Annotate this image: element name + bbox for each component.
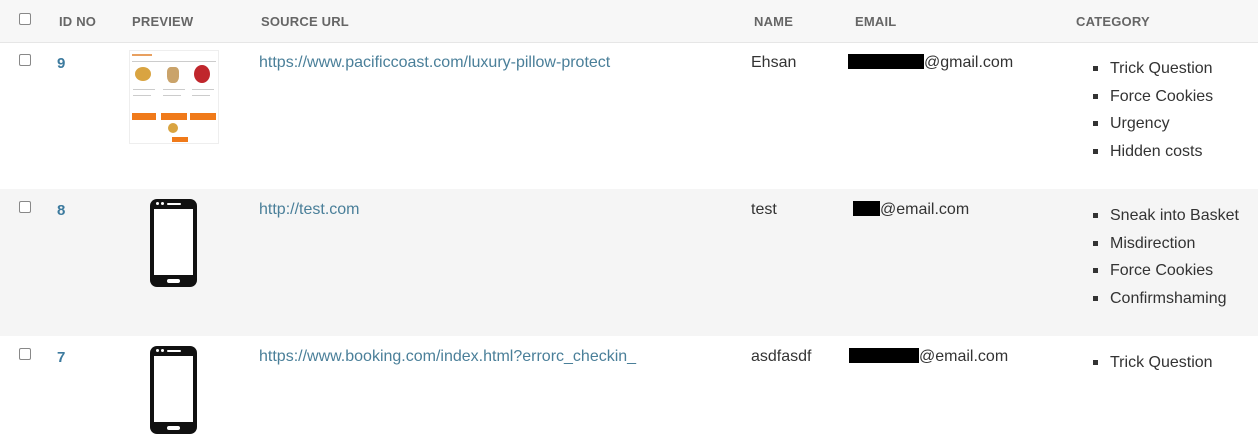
category-label: Force Cookies — [1110, 262, 1214, 279]
table-row[interactable]: 9 https://www.pacificcoast.com/luxury-pi… — [0, 42, 1258, 189]
select-all-checkbox[interactable] — [19, 13, 31, 25]
list-item: Confirmshaming — [1091, 285, 1239, 313]
preview-thumbnail[interactable] — [129, 50, 219, 144]
name-cell: asdfasdf — [751, 348, 812, 365]
list-item: Force Cookies — [1091, 83, 1213, 111]
table-header: ID NO PREVIEW SOURCE URL NAME EMAIL CATE… — [0, 0, 1258, 43]
row-id-link[interactable]: 8 — [57, 202, 65, 219]
email-domain: @email.com — [919, 348, 1009, 365]
name-cell: test — [751, 201, 777, 218]
source-url-link[interactable]: https://www.booking.com/index.html?error… — [259, 348, 636, 366]
header-category[interactable]: CATEGORY — [1076, 14, 1150, 29]
list-item: Sneak into Basket — [1091, 202, 1239, 230]
email-domain: @gmail.com — [924, 54, 1014, 71]
category-list: Sneak into Basket Misdirection Force Coo… — [1091, 202, 1239, 312]
redaction-bar — [848, 54, 924, 69]
email-cell: @email.com — [853, 201, 969, 219]
phone-icon[interactable] — [150, 199, 197, 287]
redaction-bar — [849, 348, 919, 363]
category-label: Urgency — [1110, 115, 1170, 132]
row-checkbox[interactable] — [19, 348, 31, 360]
table-row[interactable]: 7 https://www.booking.com/index.html?err… — [0, 336, 1258, 443]
email-domain: @email.com — [880, 201, 970, 218]
category-label: Confirmshaming — [1110, 289, 1227, 307]
name-cell: Ehsan — [751, 54, 797, 71]
table-row[interactable]: 8 http://test.com test @email.com Sneak … — [0, 189, 1258, 336]
header-email[interactable]: EMAIL — [855, 14, 896, 29]
row-checkbox[interactable] — [19, 54, 31, 66]
row-id-link[interactable]: 7 — [57, 349, 65, 366]
category-label: Sneak into Basket — [1110, 207, 1239, 224]
category-list: Trick Question — [1091, 349, 1213, 377]
source-url-link[interactable]: https://www.pacificcoast.com/luxury-pill… — [259, 54, 610, 72]
header-name[interactable]: NAME — [754, 14, 793, 29]
list-item: Trick Question — [1091, 55, 1213, 83]
header-preview: PREVIEW — [132, 14, 194, 29]
list-item: Urgency — [1091, 110, 1213, 138]
email-cell: @email.com — [849, 348, 1008, 366]
row-checkbox[interactable] — [19, 201, 31, 213]
source-url-link[interactable]: http://test.com — [259, 201, 359, 219]
redaction-bar — [853, 201, 880, 216]
header-source-url[interactable]: SOURCE URL — [261, 14, 349, 29]
category-label: Trick Question — [1110, 60, 1213, 77]
list-item: Misdirection — [1091, 230, 1239, 258]
header-id[interactable]: ID NO — [59, 14, 96, 29]
category-label: Trick Question — [1110, 354, 1213, 371]
email-cell: @gmail.com — [848, 54, 1013, 72]
category-label: Hidden costs — [1110, 142, 1203, 160]
category-label: Force Cookies — [1110, 87, 1214, 105]
phone-icon[interactable] — [150, 346, 197, 434]
category-list: Trick Question Force Cookies Urgency Hid… — [1091, 55, 1213, 165]
list-item: Force Cookies — [1091, 257, 1239, 285]
category-label: Misdirection — [1110, 234, 1196, 252]
list-item: Hidden costs — [1091, 138, 1213, 166]
list-item: Trick Question — [1091, 349, 1213, 377]
row-id-link[interactable]: 9 — [57, 55, 65, 72]
